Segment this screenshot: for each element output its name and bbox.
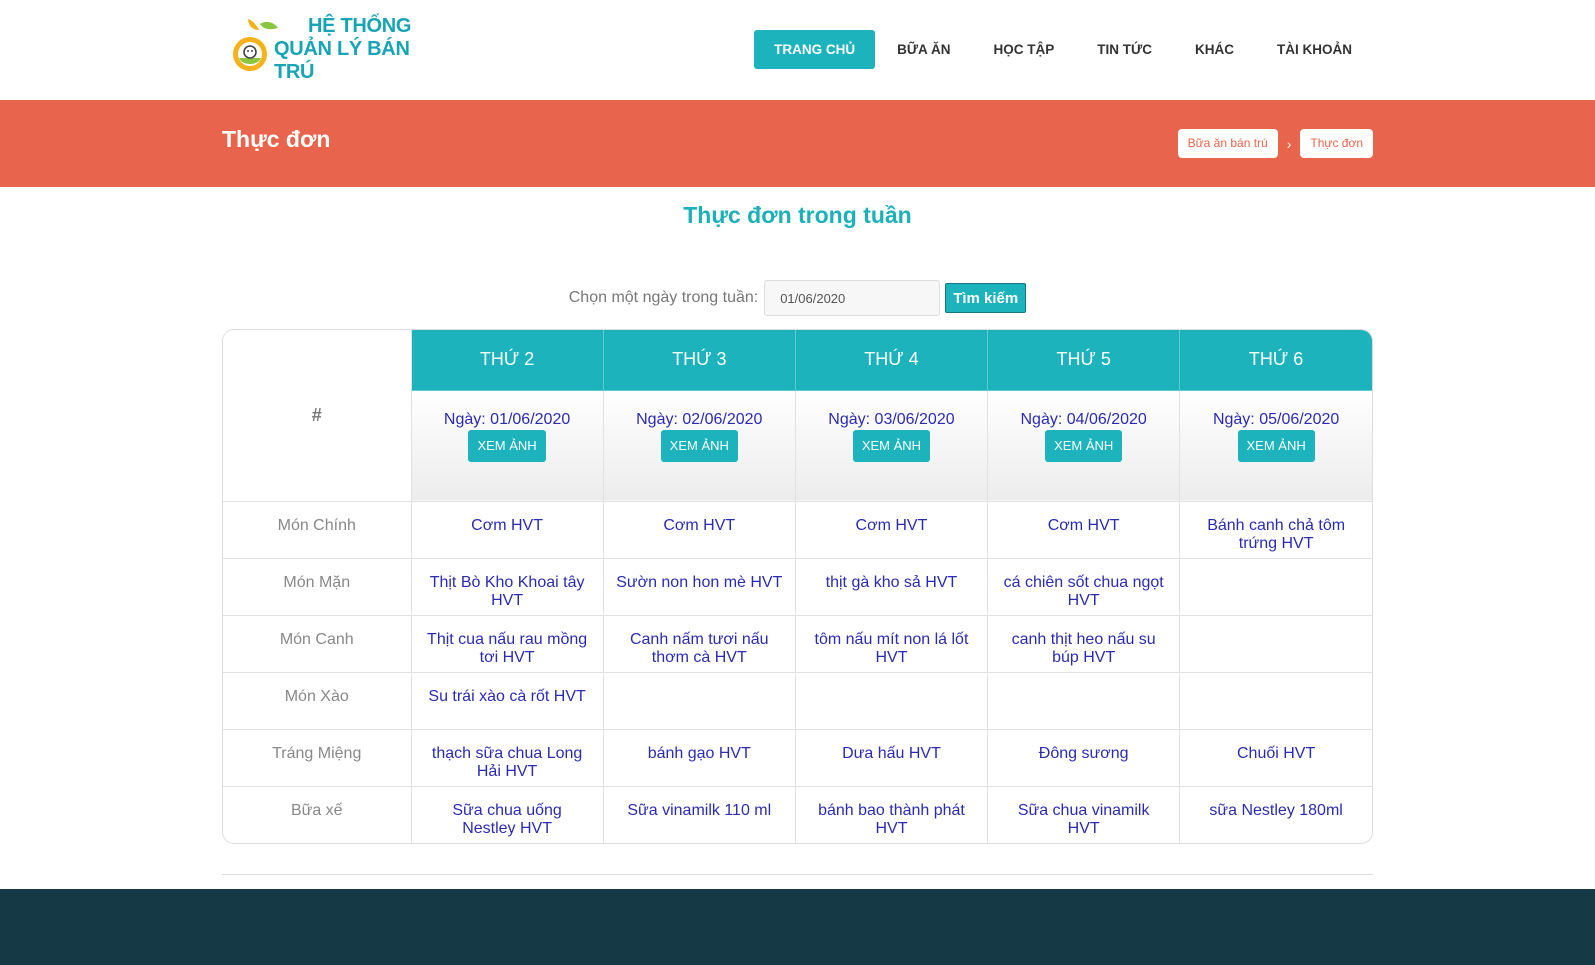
dish-cell: Su trái xào cà rốt HVT (410, 671, 604, 730)
breadcrumb-meals[interactable]: Bữa ăn bán trú (1177, 129, 1278, 158)
dish-cell: Thịt cua nấu rau mồng tơi HVT (410, 614, 604, 673)
view-photo-button[interactable]: XEM ẢNH (1045, 429, 1123, 462)
nav-other[interactable]: KHÁC (1174, 30, 1255, 69)
nav-account[interactable]: TÀI KHOẢN (1256, 30, 1373, 69)
table-corner: # (223, 330, 412, 502)
row-label: Tráng Miệng (223, 728, 412, 787)
date-cell: Ngày: 02/06/2020 XEM ẢNH (602, 389, 796, 502)
table-row: Món Mặn Thịt Bò Kho Khoai tây HVT Sườn n… (223, 557, 1372, 616)
date-label: Ngày: 02/06/2020 (636, 410, 763, 428)
breadcrumb-separator: › (1286, 135, 1292, 152)
view-photo-button[interactable]: XEM ẢNH (1237, 429, 1315, 462)
dish-cell: thịt gà kho sả HVT (794, 557, 989, 616)
dish-cell: Sữa vinamilk 110 ml (602, 785, 796, 843)
dish-cell: cá chiên sốt chua ngọt HVT (987, 557, 1181, 616)
row-label: Món Canh (223, 614, 412, 673)
dish-cell: Sữa chua vinamilk HVT (987, 785, 1181, 843)
search-button[interactable]: Tìm kiếm (945, 283, 1027, 313)
view-photo-button[interactable]: XEM ẢNH (852, 429, 931, 462)
logo-text: HỆ THỐNG QUẢN LÝ BÁN TRÚ (274, 15, 441, 84)
dish-cell: Sữa chua uống Nestley HVT (410, 785, 604, 843)
date-cell: Ngày: 05/06/2020 XEM ẢNH (1179, 389, 1372, 502)
date-input[interactable] (764, 280, 941, 316)
day-header: THỨ 3 (602, 330, 796, 391)
page-title: Thực đơn (222, 126, 331, 152)
dish-cell (602, 671, 796, 730)
dish-cell: bánh bao thành phát HVT (794, 785, 989, 843)
page-banner: Thực đơn Bữa ăn bán trú › Thực đơn (0, 100, 1595, 187)
dish-cell: Đông sương (987, 728, 1181, 787)
date-cell: Ngày: 04/06/2020 XEM ẢNH (987, 389, 1181, 502)
date-label: Ngày: 05/06/2020 (1212, 410, 1340, 428)
dish-cell: tôm nấu mít non lá lốt HVT (794, 614, 989, 673)
dish-cell: sữa Nestley 180ml (1179, 785, 1372, 843)
dish-cell: Cơm HVT (794, 500, 989, 559)
breadcrumb: Bữa ăn bán trú › Thực đơn (1177, 129, 1373, 158)
day-header: THỨ 5 (987, 330, 1181, 391)
dish-cell: Chuối HVT (1179, 728, 1372, 787)
date-search-label: Chọn một ngày trong tuần: (568, 289, 759, 306)
dish-cell: bánh gạo HVT (602, 728, 796, 787)
view-photo-button[interactable]: XEM ẢNH (468, 429, 546, 462)
dish-cell: Bánh canh chả tôm trứng HVT (1179, 500, 1372, 559)
table-row: Món Xào Su trái xào cà rốt HVT (223, 671, 1372, 730)
day-header: THỨ 4 (794, 330, 989, 391)
nav-meals[interactable]: BỮA ĂN (876, 30, 971, 69)
row-label: Món Xào (223, 671, 412, 730)
logo-line-1: HỆ THỐNG (308, 14, 412, 37)
nav-home[interactable]: TRANG CHỦ (754, 30, 876, 69)
breadcrumb-current[interactable]: Thực đơn (1300, 129, 1373, 158)
dish-cell (1179, 614, 1372, 673)
dish-cell: Dưa hấu HVT (794, 728, 989, 787)
date-label: Ngày: 03/06/2020 (828, 410, 955, 428)
day-header: THỨ 2 (410, 330, 604, 391)
day-header: THỨ 6 (1179, 330, 1372, 391)
table-row: Tráng Miệng thạch sữa chua Long Hải HVT … (223, 728, 1372, 787)
row-label: Bữa xế (223, 785, 412, 843)
weekly-menu-table: # THỨ 2 THỨ 3 THỨ 4 THỨ 5 THỨ 6 Ngày: 01… (222, 329, 1373, 844)
site-logo[interactable]: HỆ THỐNG QUẢN LÝ BÁN TRÚ (226, 15, 441, 83)
dish-cell (1179, 557, 1372, 616)
date-label: Ngày: 01/06/2020 (443, 410, 571, 428)
dish-cell (1179, 671, 1372, 730)
dish-cell: Thịt Bò Kho Khoai tây HVT (410, 557, 604, 616)
section-title: Thực đơn trong tuần (683, 202, 912, 228)
table-row: Bữa xế Sữa chua uống Nestley HVT Sữa vin… (223, 785, 1372, 843)
dish-cell: Canh nấm tươi nấu thơm cà HVT (602, 614, 796, 673)
main-content: Thực đơn trong tuần Chọn một ngày trong … (222, 202, 1373, 875)
dish-cell (987, 671, 1181, 730)
dish-cell: Sườn non hon mè HVT (602, 557, 796, 616)
date-search: Chọn một ngày trong tuần: Tìm kiếm (222, 280, 1373, 316)
row-label: Món Chính (223, 500, 412, 559)
logo-line-2: QUẢN LÝ BÁN TRÚ (274, 37, 410, 83)
date-label: Ngày: 04/06/2020 (1020, 410, 1147, 428)
table-row: Món Canh Thịt cua nấu rau mồng tơi HVT C… (223, 614, 1372, 673)
view-photo-button[interactable]: XEM ẢNH (660, 429, 738, 462)
row-label: Món Mặn (223, 557, 412, 616)
dish-cell: Cơm HVT (987, 500, 1181, 559)
date-cell: Ngày: 01/06/2020 XEM ẢNH (411, 389, 604, 502)
main-nav: TRANG CHỦ BỮA ĂN HỌC TẬP TIN TỨC KHÁC TÀ… (753, 30, 1373, 69)
date-cell: Ngày: 03/06/2020 XEM ẢNH (794, 389, 989, 502)
table-row: Món Chính Cơm HVT Cơm HVT Cơm HVT Cơm HV… (223, 500, 1372, 559)
dish-cell: Cơm HVT (410, 500, 604, 559)
dish-cell: Cơm HVT (602, 500, 796, 559)
dish-cell (794, 671, 989, 730)
dish-cell: canh thịt heo nấu su búp HVT (987, 614, 1181, 673)
nav-news[interactable]: TIN TỨC (1076, 30, 1173, 69)
content-divider (222, 874, 1373, 875)
nav-study[interactable]: HỌC TẬP (973, 30, 1076, 69)
site-footer (0, 889, 1595, 965)
site-header: HỆ THỐNG QUẢN LÝ BÁN TRÚ TRANG CHỦ BỮA Ă… (0, 0, 1595, 100)
dish-cell: thạch sữa chua Long Hải HVT (410, 728, 604, 787)
